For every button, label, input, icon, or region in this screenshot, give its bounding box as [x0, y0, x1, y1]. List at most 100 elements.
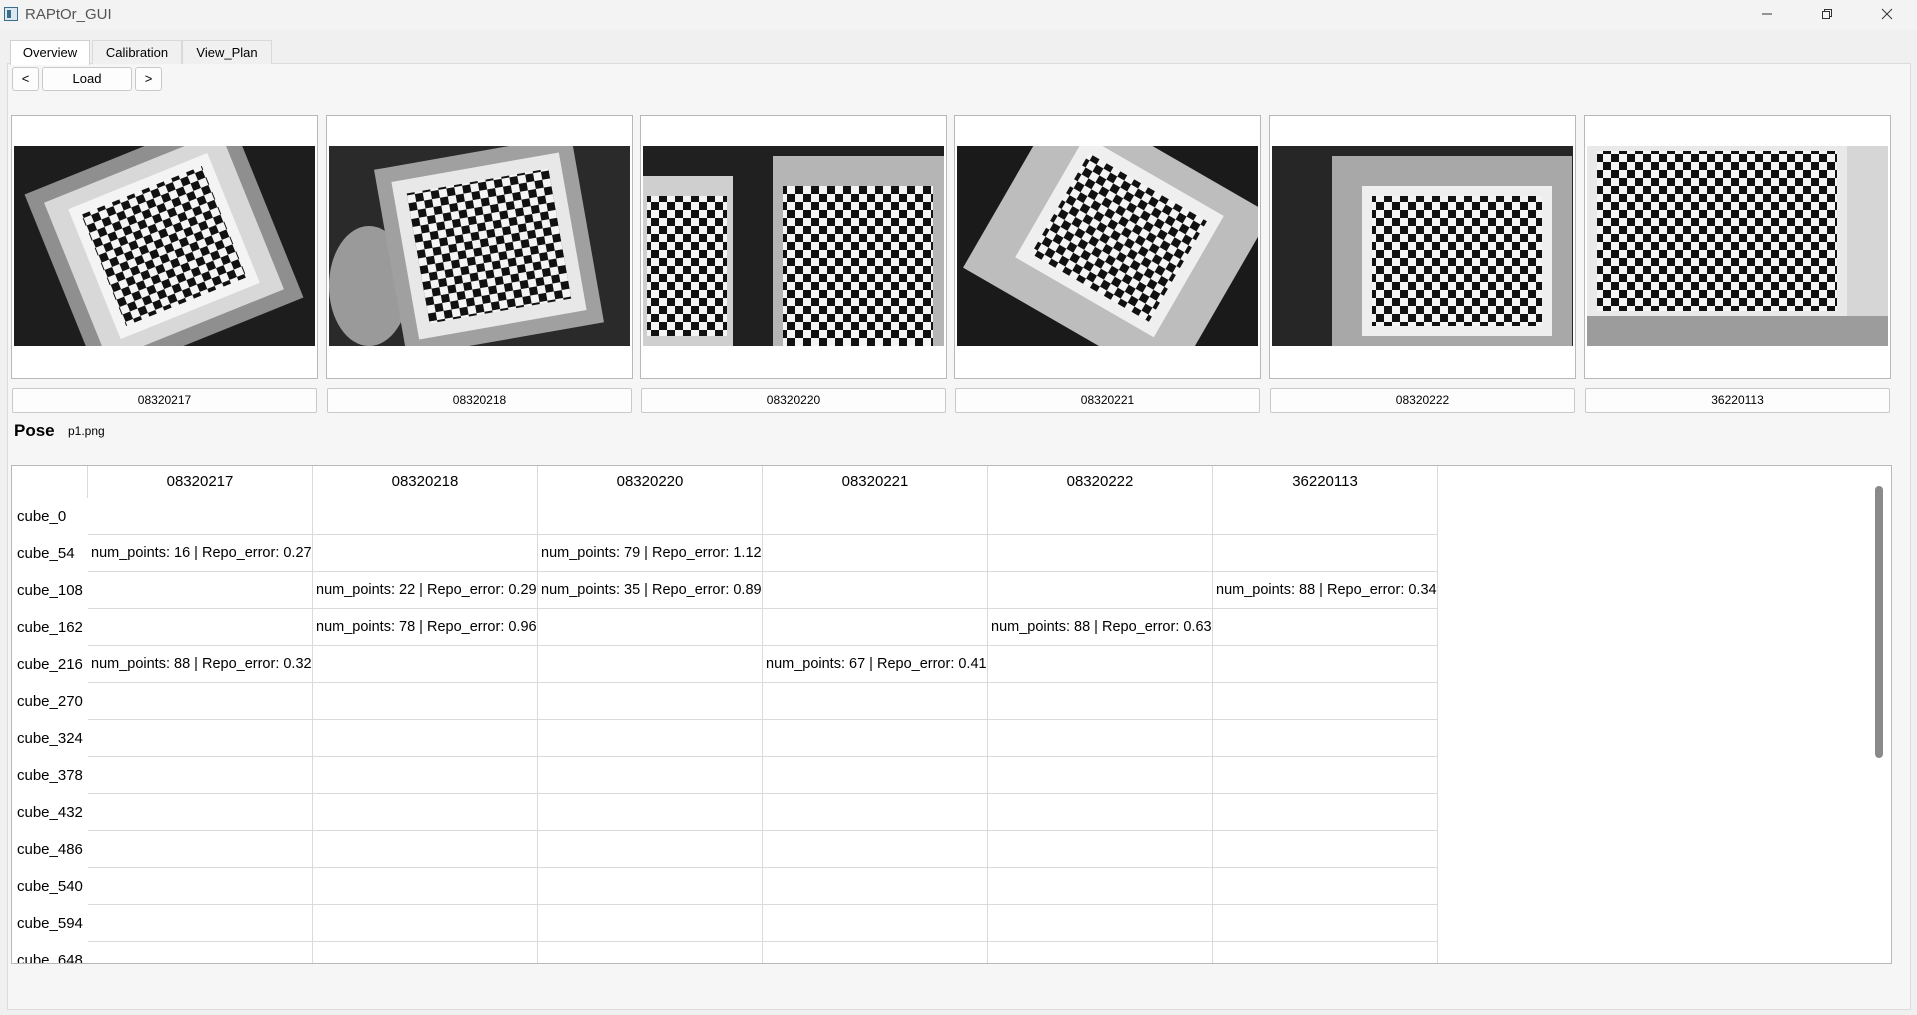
table-cell[interactable] [763, 868, 988, 905]
camera-button-5[interactable]: 08320222 [1270, 388, 1575, 413]
table-cell[interactable] [88, 572, 313, 609]
table-cell[interactable] [88, 868, 313, 905]
row-header[interactable]: cube_324 [12, 720, 88, 757]
table-cell[interactable] [988, 535, 1213, 572]
row-header[interactable]: cube_270 [12, 683, 88, 720]
table-cell[interactable]: num_points: 35 | Repo_error: 0.89 [538, 572, 763, 609]
table-cell[interactable] [763, 794, 988, 831]
table-cell[interactable] [988, 646, 1213, 683]
table-cell[interactable] [763, 609, 988, 646]
table-cell[interactable] [313, 905, 538, 942]
minimize-button[interactable] [1744, 0, 1790, 30]
column-header[interactable]: 08320217 [88, 466, 313, 498]
table-cell[interactable] [538, 905, 763, 942]
table-cell[interactable] [763, 535, 988, 572]
row-header[interactable]: cube_162 [12, 609, 88, 646]
close-button[interactable] [1864, 0, 1910, 30]
table-cell[interactable] [538, 794, 763, 831]
row-header[interactable]: cube_594 [12, 905, 88, 942]
table-cell[interactable] [313, 720, 538, 757]
table-cell[interactable] [313, 646, 538, 683]
vertical-scrollbar-thumb[interactable] [1875, 486, 1883, 758]
table-cell[interactable] [88, 905, 313, 942]
load-button[interactable]: Load [42, 67, 132, 91]
table-cell[interactable] [538, 646, 763, 683]
table-cell[interactable] [763, 498, 988, 535]
table-cell[interactable] [538, 831, 763, 868]
table-cell[interactable]: num_points: 79 | Repo_error: 1.12 [538, 535, 763, 572]
table-cell[interactable] [88, 609, 313, 646]
table-cell[interactable] [88, 720, 313, 757]
table-cell[interactable] [538, 757, 763, 794]
table-cell[interactable] [1213, 498, 1438, 535]
tab-calibration[interactable]: Calibration [92, 40, 182, 64]
table-cell[interactable] [313, 942, 538, 963]
row-header[interactable]: cube_378 [12, 757, 88, 794]
row-header[interactable]: cube_540 [12, 868, 88, 905]
table-cell[interactable] [313, 535, 538, 572]
next-button[interactable]: > [135, 67, 162, 91]
table-cell[interactable]: num_points: 88 | Repo_error: 0.34 [1213, 572, 1438, 609]
table-cell[interactable] [988, 868, 1213, 905]
table-cell[interactable] [1213, 757, 1438, 794]
table-cell[interactable] [988, 572, 1213, 609]
table-cell[interactable] [313, 794, 538, 831]
table-cell[interactable] [1213, 831, 1438, 868]
table-cell[interactable] [538, 868, 763, 905]
table-cell[interactable] [313, 757, 538, 794]
table-cell[interactable] [988, 905, 1213, 942]
table-cell[interactable] [1213, 905, 1438, 942]
table-cell[interactable] [763, 831, 988, 868]
table-cell[interactable] [763, 683, 988, 720]
camera-button-3[interactable]: 08320220 [641, 388, 946, 413]
table-cell[interactable] [313, 498, 538, 535]
table-cell[interactable] [988, 757, 1213, 794]
table-cell[interactable]: num_points: 22 | Repo_error: 0.29 [313, 572, 538, 609]
column-header[interactable]: 36220113 [1213, 466, 1438, 498]
table-cell[interactable] [1213, 609, 1438, 646]
column-header[interactable]: 08320222 [988, 466, 1213, 498]
table-cell[interactable] [1213, 646, 1438, 683]
table-cell[interactable] [988, 498, 1213, 535]
tab-view-plan[interactable]: View_Plan [182, 40, 272, 64]
table-cell[interactable]: num_points: 67 | Repo_error: 0.41 [763, 646, 988, 683]
table-cell[interactable] [763, 905, 988, 942]
table-cell[interactable] [763, 942, 988, 963]
camera-button-2[interactable]: 08320218 [327, 388, 632, 413]
camera-button-1[interactable]: 08320217 [12, 388, 317, 413]
table-cell[interactable] [88, 942, 313, 963]
table-cell[interactable] [1213, 535, 1438, 572]
column-header[interactable]: 08320218 [313, 466, 538, 498]
row-header[interactable]: cube_648 [12, 942, 88, 963]
table-cell[interactable] [88, 498, 313, 535]
column-header[interactable]: 08320221 [763, 466, 988, 498]
results-table[interactable]: 08320217 08320218 08320220 08320221 08320222… [11, 465, 1892, 964]
table-cell[interactable] [1213, 942, 1438, 963]
table-cell[interactable] [538, 609, 763, 646]
table-cell[interactable] [988, 794, 1213, 831]
table-cell[interactable]: num_points: 16 | Repo_error: 0.27 [88, 535, 313, 572]
row-header[interactable]: cube_432 [12, 794, 88, 831]
row-header[interactable]: cube_0 [12, 498, 88, 535]
row-header[interactable]: cube_54 [12, 535, 88, 572]
column-header[interactable]: 08320220 [538, 466, 763, 498]
table-cell[interactable] [1213, 720, 1438, 757]
camera-button-6[interactable]: 36220113 [1585, 388, 1890, 413]
table-cell[interactable] [988, 942, 1213, 963]
table-cell[interactable] [538, 498, 763, 535]
table-cell[interactable] [763, 757, 988, 794]
table-cell[interactable] [88, 757, 313, 794]
table-cell[interactable] [538, 683, 763, 720]
row-header[interactable]: cube_486 [12, 831, 88, 868]
row-header[interactable]: cube_108 [12, 572, 88, 609]
table-cell[interactable] [763, 572, 988, 609]
row-header[interactable]: cube_216 [12, 646, 88, 683]
table-cell[interactable] [538, 942, 763, 963]
table-cell[interactable] [988, 683, 1213, 720]
table-cell[interactable] [313, 831, 538, 868]
table-cell[interactable]: num_points: 88 | Repo_error: 0.32 [88, 646, 313, 683]
tab-overview[interactable]: Overview [10, 40, 90, 65]
table-cell[interactable] [763, 720, 988, 757]
table-cell[interactable] [88, 794, 313, 831]
table-cell[interactable] [538, 720, 763, 757]
